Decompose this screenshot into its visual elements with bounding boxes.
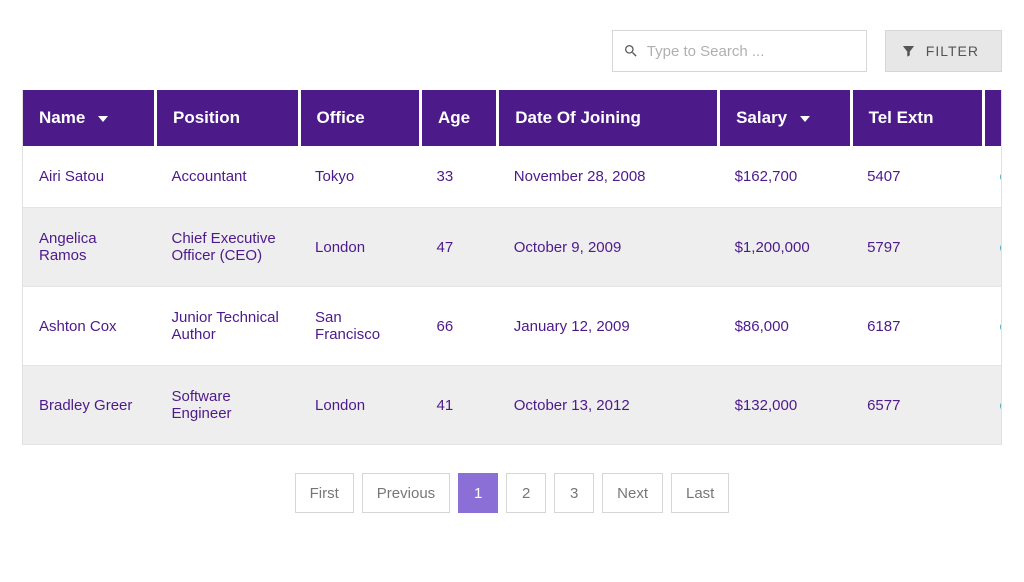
cell-doj: October 9, 2009 <box>498 208 719 287</box>
page-3[interactable]: 3 <box>554 473 594 513</box>
table-scroll[interactable]: Name Position Office Age Date Of Joining… <box>22 90 1002 445</box>
table-row: Airi Satou Accountant Tokyo 33 November … <box>23 146 1002 208</box>
filter-button[interactable]: FILTER <box>885 30 1002 72</box>
filter-icon <box>901 44 916 59</box>
page-previous[interactable]: Previous <box>362 473 450 513</box>
table-row: Angelica Ramos Chief Executive Officer (… <box>23 208 1002 287</box>
cell-age: 41 <box>420 366 497 445</box>
cell-salary: $162,700 <box>719 146 852 208</box>
cell-email[interactable]: demo <box>984 146 1002 208</box>
table-row: Ashton Cox Junior Technical Author San F… <box>23 287 1002 366</box>
sort-arrow-icon <box>800 116 810 122</box>
cell-email[interactable]: demo <box>984 287 1002 366</box>
cell-office: San Francisco <box>299 287 420 366</box>
col-ext-label: Tel Extn <box>869 108 934 127</box>
page-last[interactable]: Last <box>671 473 729 513</box>
cell-office: London <box>299 208 420 287</box>
table-row: Bradley Greer Software Engineer London 4… <box>23 366 1002 445</box>
cell-name: Airi Satou <box>23 146 156 208</box>
cell-position: Junior Technical Author <box>156 287 300 366</box>
col-doj-label: Date Of Joining <box>515 108 641 127</box>
col-age-label: Age <box>438 108 470 127</box>
cell-email[interactable]: demo <box>984 366 1002 445</box>
cell-age: 33 <box>420 146 497 208</box>
page-1[interactable]: 1 <box>458 473 498 513</box>
sort-arrow-icon <box>98 116 108 122</box>
col-doj[interactable]: Date Of Joining <box>498 90 719 146</box>
data-table: Name Position Office Age Date Of Joining… <box>23 90 1002 445</box>
col-salary[interactable]: Salary <box>719 90 852 146</box>
col-position-label: Position <box>173 108 240 127</box>
cell-ext: 5797 <box>851 208 984 287</box>
cell-office: Tokyo <box>299 146 420 208</box>
cell-salary: $1,200,000 <box>719 208 852 287</box>
col-name[interactable]: Name <box>23 90 156 146</box>
col-email[interactable]: Email <box>984 90 1002 146</box>
cell-doj: October 13, 2012 <box>498 366 719 445</box>
cell-ext: 6187 <box>851 287 984 366</box>
cell-name: Angelica Ramos <box>23 208 156 287</box>
col-age[interactable]: Age <box>420 90 497 146</box>
page-first[interactable]: First <box>295 473 354 513</box>
cell-salary: $86,000 <box>719 287 852 366</box>
pagination: First Previous 1 2 3 Next Last <box>22 473 1002 513</box>
page-next[interactable]: Next <box>602 473 663 513</box>
cell-name: Bradley Greer <box>23 366 156 445</box>
search-icon <box>623 43 639 59</box>
search-wrapper <box>612 30 867 72</box>
cell-doj: November 28, 2008 <box>498 146 719 208</box>
col-salary-label: Salary <box>736 108 787 127</box>
cell-email[interactable]: demo <box>984 208 1002 287</box>
cell-office: London <box>299 366 420 445</box>
cell-doj: January 12, 2009 <box>498 287 719 366</box>
col-email-label: Email <box>1001 108 1002 127</box>
cell-ext: 5407 <box>851 146 984 208</box>
cell-age: 66 <box>420 287 497 366</box>
cell-position: Software Engineer <box>156 366 300 445</box>
cell-salary: $132,000 <box>719 366 852 445</box>
cell-position: Accountant <box>156 146 300 208</box>
cell-position: Chief Executive Officer (CEO) <box>156 208 300 287</box>
cell-age: 47 <box>420 208 497 287</box>
col-office[interactable]: Office <box>299 90 420 146</box>
col-office-label: Office <box>317 108 365 127</box>
col-position[interactable]: Position <box>156 90 300 146</box>
cell-name: Ashton Cox <box>23 287 156 366</box>
col-name-label: Name <box>39 108 85 127</box>
col-ext[interactable]: Tel Extn <box>851 90 984 146</box>
search-input[interactable] <box>612 30 867 72</box>
filter-label: FILTER <box>926 43 979 59</box>
cell-ext: 6577 <box>851 366 984 445</box>
page-2[interactable]: 2 <box>506 473 546 513</box>
